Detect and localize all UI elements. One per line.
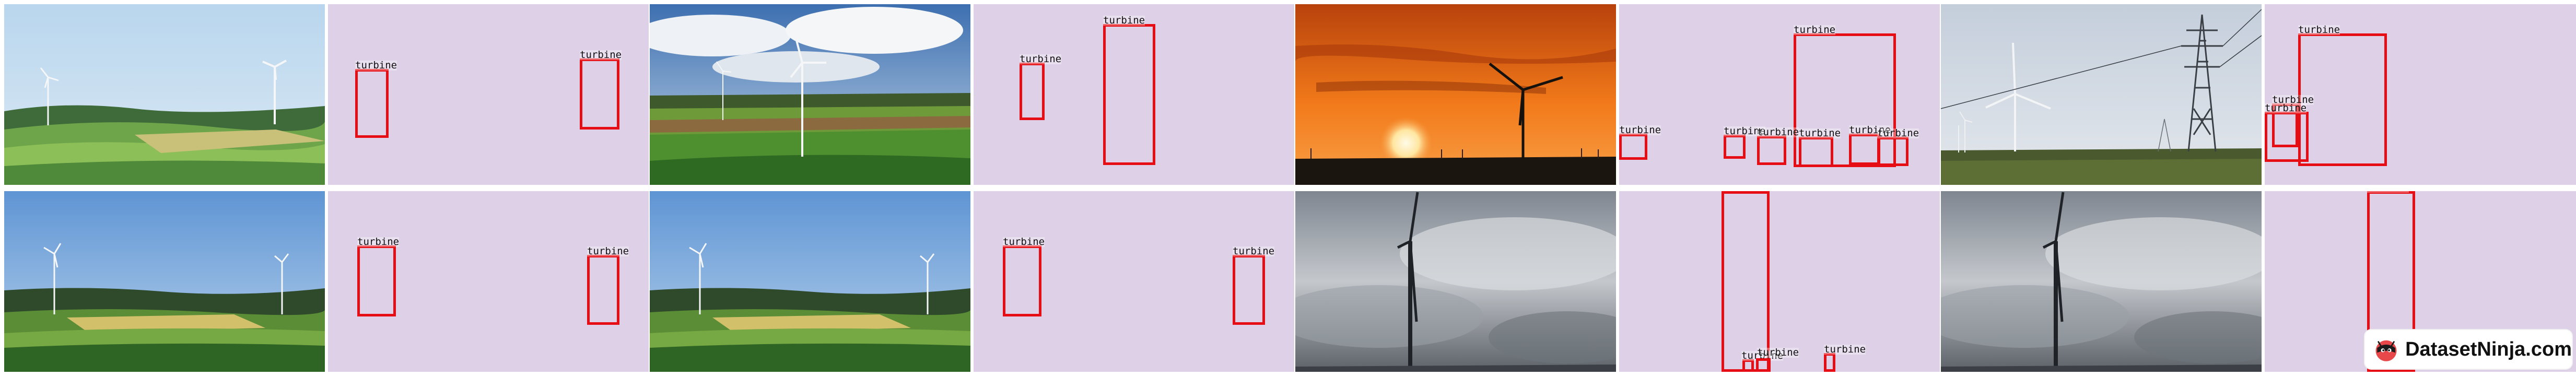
bbox-label: turbine	[587, 245, 629, 257]
bbox-label: turbine	[580, 49, 622, 61]
turbine-bbox	[1020, 63, 1045, 120]
bbox-label: turbine	[2298, 24, 2340, 36]
bbox-label: turbine	[357, 236, 400, 248]
turbine-bbox	[2265, 112, 2309, 162]
turbine-bbox	[587, 255, 619, 325]
bbox-label: turbine	[1794, 24, 1836, 36]
bbox-label: turbine	[1824, 344, 1866, 355]
annotation-mask: turbine turbine	[328, 191, 649, 372]
turbine-bbox	[355, 69, 389, 138]
sample-photo	[1295, 4, 1616, 185]
annotation-mask: turbine turbine	[974, 191, 1294, 372]
turbine-bbox	[1756, 358, 1771, 372]
sample-photo	[650, 4, 970, 185]
sample-photo	[4, 191, 325, 372]
annotation-mask: turbine turbine	[328, 4, 649, 185]
turbine-bbox	[1757, 136, 1786, 165]
sample-photo	[650, 191, 970, 372]
sample-pair: turbine turbine turbine turbine turbine …	[1295, 4, 1941, 185]
annotation-mask: turbine turbine turbine	[2265, 4, 2576, 185]
sample-pair: turbine turbine	[650, 191, 1295, 372]
sample-pair: turbine turbine	[650, 4, 1295, 185]
turbine-bbox	[1824, 353, 1835, 372]
bbox-label: turbine	[1877, 127, 1919, 139]
sample-pair: turbine turbine turbine	[1295, 191, 1941, 372]
bbox-label: turbine	[1757, 347, 1799, 358]
turbine-sunset-image	[1295, 4, 1616, 185]
turbine-bbox	[1724, 135, 1746, 159]
bbox-label: turbine	[1799, 127, 1841, 139]
sample-pair: turbine turbine	[4, 191, 650, 372]
countryside-turbines-image	[4, 4, 325, 185]
bbox-label: turbine	[2265, 102, 2307, 114]
turbine-bbox	[1003, 245, 1041, 316]
bbox-label: turbine	[1103, 15, 1145, 26]
turbine-bbox	[1799, 137, 1833, 167]
bbox-label: turbine	[355, 60, 397, 71]
sample-photo	[1941, 4, 2262, 185]
countryside-turbines-image	[650, 191, 970, 372]
turbine-stormy-sky-image	[1941, 191, 2262, 372]
bbox-label: turbine	[2367, 191, 2409, 193]
bbox-label: turbine	[1003, 236, 1045, 248]
turbine-bbox	[357, 245, 396, 316]
bbox-label: turbine	[1233, 245, 1275, 257]
turbine-bbox	[1722, 191, 1770, 372]
ninja-mascot-icon	[2375, 340, 2397, 361]
turbine-bbox	[1233, 255, 1265, 325]
turbine-bbox	[1849, 134, 1880, 165]
turbine-bbox	[1619, 134, 1647, 160]
bbox-label: turbine	[1757, 126, 1799, 138]
annotation-mask: turbine turbine	[974, 4, 1294, 185]
turbine-bbox	[1877, 137, 1908, 166]
annotation-mask: turbine turbine turbine	[1619, 191, 1940, 372]
annotation-mask: turbine turbine turbine turbine turbine …	[1619, 4, 1940, 185]
brand-name: DatasetNinja.com	[2405, 338, 2572, 360]
sample-photo	[1295, 191, 1616, 372]
turbine-stormy-sky-image	[1295, 191, 1616, 372]
sample-photo	[4, 4, 325, 185]
turbine-bbox	[1103, 24, 1155, 165]
turbine-cloudy-fields-image	[650, 4, 970, 185]
sample-pair: turbine turbine turbine	[1941, 4, 2576, 185]
bbox-label: turbine	[1619, 124, 1661, 136]
brand-watermark: DatasetNinja.com	[2365, 330, 2572, 369]
sample-photo	[1941, 191, 2262, 372]
sample-grid: turbine turbine turbine turbine turbine …	[0, 0, 2576, 376]
bbox-label: turbine	[1020, 53, 1062, 65]
sample-pair: turbine turbine	[4, 4, 650, 185]
turbines-pylon-image	[1941, 4, 2262, 185]
countryside-turbines-image	[4, 191, 325, 372]
turbine-bbox	[580, 58, 619, 130]
